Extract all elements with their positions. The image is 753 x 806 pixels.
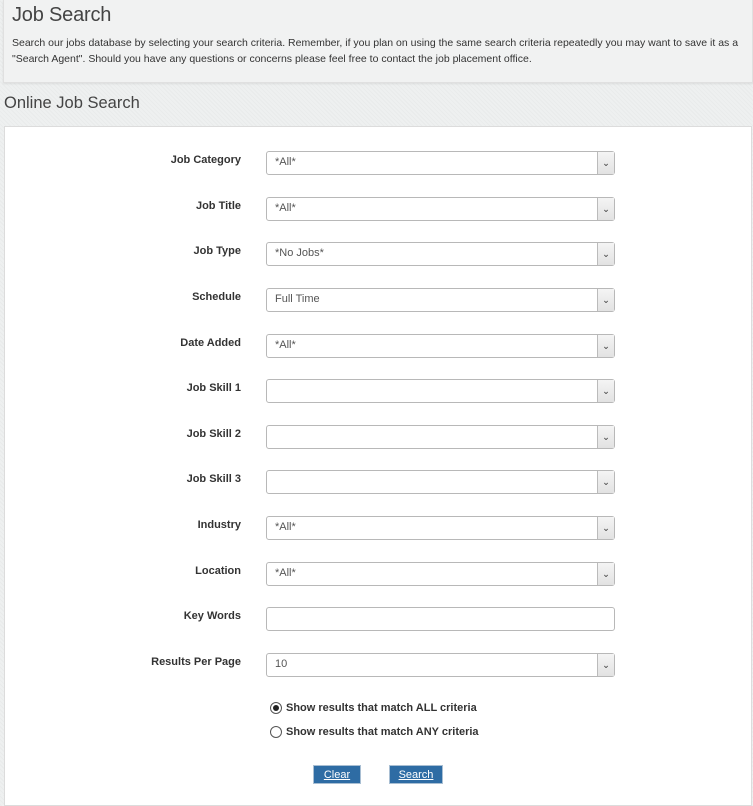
match-all-label: Show results that match ALL criteria xyxy=(286,702,477,714)
job-category-select[interactable]: *All* ⌄ xyxy=(266,151,615,175)
job-type-value: *No Jobs* xyxy=(275,247,324,259)
schedule-select[interactable]: Full Time ⌄ xyxy=(266,288,615,312)
date-added-select[interactable]: *All* ⌄ xyxy=(266,334,615,358)
job-skill-2-label: Job Skill 2 xyxy=(186,428,241,440)
key-words-input[interactable] xyxy=(266,607,615,631)
search-button[interactable]: Search xyxy=(389,765,443,784)
field-row-results-per-page: Results Per Page 10 ⌄ xyxy=(5,653,751,678)
field-row-job-skill-3: Job Skill 3 ⌄ xyxy=(5,470,751,495)
location-label: Location xyxy=(195,565,241,577)
page-title: Job Search xyxy=(12,4,112,26)
chevron-down-icon[interactable]: ⌄ xyxy=(597,198,614,220)
page-header: Job Search Search our jobs database by s… xyxy=(3,0,753,83)
chevron-down-icon[interactable]: ⌄ xyxy=(597,380,614,402)
results-per-page-select[interactable]: 10 ⌄ xyxy=(266,653,615,677)
field-row-job-title: Job Title *All* ⌄ xyxy=(5,197,751,222)
location-select[interactable]: *All* ⌄ xyxy=(266,562,615,586)
key-words-label: Key Words xyxy=(183,610,241,622)
job-title-value: *All* xyxy=(275,202,296,214)
match-any-radio[interactable] xyxy=(270,726,282,738)
job-skill-1-label: Job Skill 1 xyxy=(186,382,241,394)
field-row-job-skill-1: Job Skill 1 ⌄ xyxy=(5,379,751,404)
chevron-down-icon[interactable]: ⌄ xyxy=(597,654,614,676)
clear-button[interactable]: Clear xyxy=(313,765,361,784)
job-skill-1-select[interactable]: ⌄ xyxy=(266,379,615,403)
match-any-label: Show results that match ANY criteria xyxy=(286,726,479,738)
chevron-down-icon[interactable]: ⌄ xyxy=(597,471,614,493)
results-per-page-label: Results Per Page xyxy=(151,656,241,668)
field-row-location: Location *All* ⌄ xyxy=(5,562,751,587)
field-row-job-category: Job Category *All* ⌄ xyxy=(5,151,751,176)
job-title-label: Job Title xyxy=(195,200,241,212)
field-row-date-added: Date Added *All* ⌄ xyxy=(5,334,751,359)
chevron-down-icon[interactable]: ⌄ xyxy=(597,289,614,311)
industry-label: Industry xyxy=(197,519,241,531)
industry-select[interactable]: *All* ⌄ xyxy=(266,516,615,540)
job-category-value: *All* xyxy=(275,156,296,168)
field-row-industry: Industry *All* ⌄ xyxy=(5,516,751,541)
job-type-select[interactable]: *No Jobs* ⌄ xyxy=(266,242,615,266)
match-all-radio[interactable] xyxy=(270,702,282,714)
date-added-value: *All* xyxy=(275,339,296,351)
location-value: *All* xyxy=(275,567,296,579)
job-category-label: Job Category xyxy=(170,154,241,166)
chevron-down-icon[interactable]: ⌄ xyxy=(597,243,614,265)
match-any-option[interactable]: Show results that match ANY criteria xyxy=(270,724,479,740)
field-row-key-words: Key Words xyxy=(5,607,751,632)
job-type-label: Job Type xyxy=(193,245,241,257)
field-row-job-type: Job Type *No Jobs* ⌄ xyxy=(5,242,751,267)
job-search-form: Job Category *All* ⌄ Job Title *All* ⌄ J… xyxy=(4,126,752,806)
match-all-option[interactable]: Show results that match ALL criteria xyxy=(270,700,477,716)
results-per-page-value: 10 xyxy=(275,658,288,670)
schedule-value: Full Time xyxy=(275,293,320,305)
job-title-select[interactable]: *All* ⌄ xyxy=(266,197,615,221)
schedule-label: Schedule xyxy=(192,291,241,303)
chevron-down-icon[interactable]: ⌄ xyxy=(597,152,614,174)
chevron-down-icon[interactable]: ⌄ xyxy=(597,517,614,539)
field-row-schedule: Schedule Full Time ⌄ xyxy=(5,288,751,313)
date-added-label: Date Added xyxy=(180,337,241,349)
job-skill-3-select[interactable]: ⌄ xyxy=(266,470,615,494)
chevron-down-icon[interactable]: ⌄ xyxy=(597,563,614,585)
job-skill-2-select[interactable]: ⌄ xyxy=(266,425,615,449)
job-skill-3-label: Job Skill 3 xyxy=(186,473,241,485)
chevron-down-icon[interactable]: ⌄ xyxy=(597,335,614,357)
field-row-job-skill-2: Job Skill 2 ⌄ xyxy=(5,425,751,450)
industry-value: *All* xyxy=(275,521,296,533)
page-description: Search our jobs database by selecting yo… xyxy=(12,37,739,65)
section-title: Online Job Search xyxy=(4,94,140,112)
chevron-down-icon[interactable]: ⌄ xyxy=(597,426,614,448)
